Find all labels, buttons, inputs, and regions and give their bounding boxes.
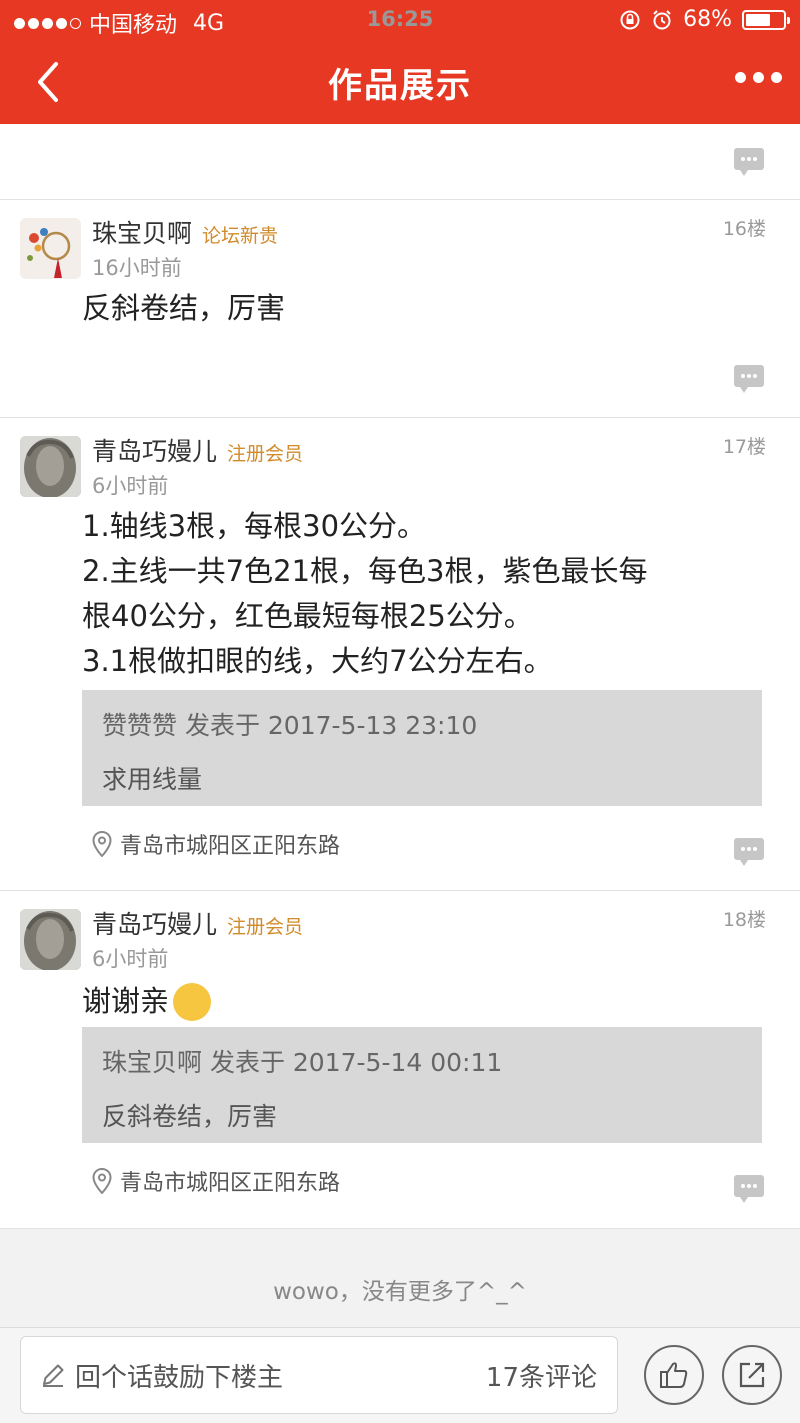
quoted-reply[interactable]: 赞赞赞 发表于 2017-5-13 23:10 求用线量: [82, 690, 762, 806]
quote-header: 赞赞赞 发表于 2017-5-13 23:10: [102, 711, 478, 740]
post-time: 6小时前: [92, 474, 169, 498]
pencil-icon: [43, 1364, 64, 1387]
end-of-list-message: wowo，没有更多了^_^: [273, 1279, 527, 1305]
comment-icon[interactable]: [734, 838, 764, 866]
user-rank-badge: 论坛新贵: [202, 225, 279, 247]
page-title: 作品展示: [328, 66, 472, 106]
post-card: 珠宝贝啊 论坛新贵 16小时前 16楼 反斜卷结，厉害: [0, 200, 800, 418]
post-time: 16小时前: [92, 256, 182, 280]
avatar[interactable]: [20, 436, 81, 497]
floor-number: 18楼: [722, 909, 766, 931]
location: 青岛市城阳区正阳东路: [92, 828, 340, 860]
location-pin-icon: [92, 1168, 112, 1194]
post-card: 青岛巧嫚儿 注册会员 6小时前 17楼 1.轴线3根，每根30公分。 2.主线一共…: [0, 418, 800, 891]
post-card-partial: [0, 124, 800, 200]
username[interactable]: 珠宝贝啊 论坛新贵: [92, 214, 278, 250]
quote-body: 反斜卷结，厉害: [102, 1102, 278, 1131]
rotation-lock-icon: [620, 10, 640, 29]
comment-icon[interactable]: [734, 148, 764, 176]
comment-icon[interactable]: [734, 1175, 764, 1203]
quote-body: 求用线量: [102, 765, 203, 794]
reply-input[interactable]: 回个话鼓励下楼主 17条评论: [20, 1336, 618, 1414]
location-pin-icon: [92, 831, 112, 857]
thumbs-up-icon: [660, 1362, 688, 1388]
location: 青岛市城阳区正阳东路: [92, 1165, 340, 1197]
comment-icon[interactable]: [734, 365, 764, 393]
quoted-reply[interactable]: 珠宝贝啊 发表于 2017-5-14 00:11 反斜卷结，厉害: [82, 1027, 762, 1143]
relieved-face-emoji: 😌: [173, 982, 212, 1021]
reply-placeholder: 回个话鼓励下楼主: [75, 1363, 284, 1393]
battery-icon: [742, 9, 790, 30]
username[interactable]: 青岛巧嫚儿 注册会员: [92, 432, 303, 468]
battery-percent: 68%: [683, 7, 732, 32]
post-content: 反斜卷结，厉害: [82, 291, 286, 325]
user-rank-badge: 注册会员: [227, 916, 304, 938]
bottom-bar: 回个话鼓励下楼主 17条评论: [0, 1327, 800, 1423]
nav-bar: 作品展示: [0, 42, 800, 124]
alarm-icon: [653, 9, 671, 29]
post-content: 谢谢亲 😌: [82, 979, 212, 1024]
avatar[interactable]: [20, 909, 81, 970]
location-text: 青岛市城阳区正阳东路: [120, 834, 341, 859]
more-menu-button[interactable]: [735, 72, 782, 83]
location-text: 青岛市城阳区正阳东路: [120, 1171, 341, 1196]
share-icon: [739, 1362, 765, 1388]
user-rank-badge: 注册会员: [227, 443, 304, 465]
post-content: 1.轴线3根，每根30公分。 2.主线一共7色21根，每色3根，紫色最长每 根4…: [82, 509, 648, 678]
post-time: 6小时前: [92, 947, 169, 971]
floor-number: 16楼: [722, 218, 766, 240]
like-button[interactable]: [644, 1345, 704, 1405]
floor-number: 17楼: [722, 436, 766, 458]
top-bar: 中国移动 4G 16:25 68% 作品展示: [0, 0, 800, 124]
avatar[interactable]: [20, 218, 81, 279]
username[interactable]: 青岛巧嫚儿 注册会员: [92, 905, 303, 941]
quote-header: 珠宝贝啊 发表于 2017-5-14 00:11: [102, 1048, 503, 1077]
post-card: 青岛巧嫚儿注册会员 6小时前 18楼 谢谢亲 😌 珠宝贝啊 发表于 2017-5…: [0, 891, 800, 1229]
share-button[interactable]: [722, 1345, 782, 1405]
status-bar: 中国移动 4G 16:25 68%: [0, 0, 800, 42]
comment-count[interactable]: 17条评论: [486, 1357, 597, 1394]
